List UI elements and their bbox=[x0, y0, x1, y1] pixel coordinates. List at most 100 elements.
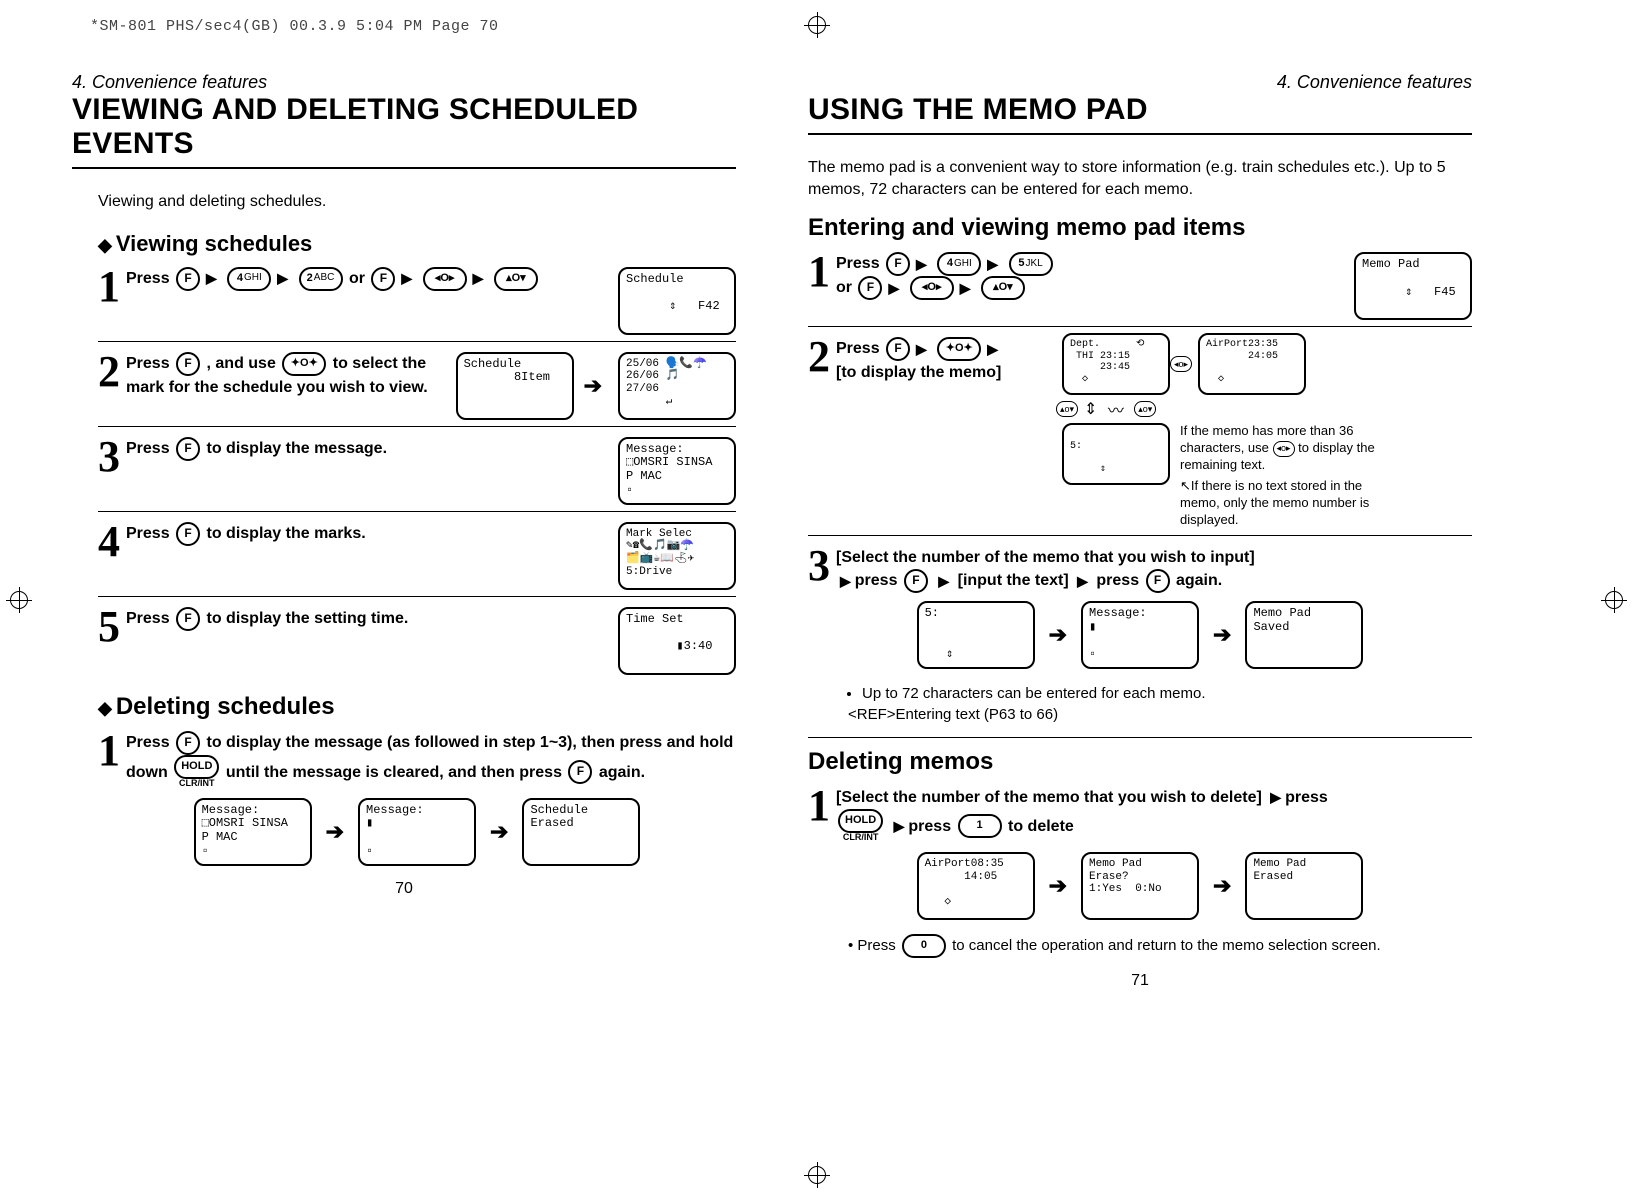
memo-del-step-1-text: [Select the number of the memo that you … bbox=[836, 786, 1472, 844]
arrow-big-icon: ➔ bbox=[1213, 622, 1231, 648]
lcd-mark-select: Mark Selec ✎☎📞🎵📷☂️ 🗂️📺☕︎📖⛳︎✈ 5:Drive bbox=[618, 522, 736, 590]
arrow-icon: ▶ bbox=[938, 571, 949, 591]
lcd-del-msg2: Message: ▮ ▫ bbox=[358, 798, 476, 866]
arrow-icon: ▶ bbox=[206, 268, 217, 288]
md1b: press bbox=[1285, 789, 1328, 806]
viewing-step-3: 3 Press F to display the message. Messag… bbox=[98, 426, 736, 505]
memo-step-3: 3 [Select the number of the memo that yo… bbox=[808, 535, 1472, 593]
key-hold: HOLDCLR/INT bbox=[172, 755, 221, 790]
key-nav-left: ◂O▸ bbox=[910, 276, 954, 300]
updown-icon: ⇕ bbox=[1084, 399, 1097, 419]
key-nav-4way: ✦O✦ bbox=[282, 352, 326, 376]
entering-memo-head: Entering and viewing memo pad items bbox=[808, 214, 1472, 242]
memo-notes: Up to 72 characters can be entered for e… bbox=[848, 683, 1472, 725]
key-nav-updown: ▴O▾ bbox=[981, 276, 1025, 300]
key-0: 0 bbox=[902, 934, 946, 958]
arrow-big-icon: ➔ bbox=[584, 373, 602, 399]
lcd-message-sinsa: Message: ⬚OMSRI SINSA P MAC ▫ bbox=[618, 437, 736, 505]
step-number-3: 3 bbox=[808, 546, 830, 586]
step-4-text: Press F to display the marks. bbox=[126, 522, 612, 546]
key-f: F bbox=[176, 352, 200, 376]
arrow-big-icon: ➔ bbox=[490, 819, 508, 845]
m2-post: [to display the memo] bbox=[836, 364, 1001, 381]
deleting-schedules-label: Deleting schedules bbox=[116, 693, 335, 720]
viewing-step-1: 1 Press F▶ 4GHI▶ 2ABC or F▶ ◂O▸▶ ▴O▾ Sch… bbox=[98, 263, 736, 335]
deleting-memos-head: Deleting memos bbox=[808, 737, 1472, 776]
lcd-m3-1: 5: ⇕ bbox=[917, 601, 1035, 669]
arrow-icon: ▶ bbox=[987, 254, 998, 274]
arrow-icon: ▶ bbox=[840, 571, 851, 591]
lcd-del-msg1: Message: ⬚OMSRI SINSA P MAC ▫ bbox=[194, 798, 312, 866]
crop-mark-bottom bbox=[804, 1162, 830, 1188]
arrow-big-icon: ➔ bbox=[1213, 873, 1231, 899]
memo-note-1: Up to 72 characters can be entered for e… bbox=[862, 683, 1472, 704]
deleting-step-1: 1 Press F to display the message (as fol… bbox=[98, 727, 736, 790]
md1d: to delete bbox=[1008, 818, 1074, 835]
lcd-del-erased: Schedule Erased bbox=[522, 798, 640, 866]
page-number-right: 71 bbox=[808, 972, 1472, 990]
key-f: F bbox=[904, 569, 928, 593]
m3a: [Select the number of the memo that you … bbox=[836, 549, 1255, 566]
key-f: F bbox=[1146, 569, 1170, 593]
arrow-icon: ▶ bbox=[916, 254, 927, 274]
viewing-step-2: 2 Press F , and use ✦O✦ to select the ma… bbox=[98, 341, 736, 420]
step-2-text: Press F , and use ✦O✦ to select the mark… bbox=[126, 352, 450, 399]
nav-mini-icon: ▴o▾ bbox=[1056, 401, 1078, 417]
key-nav-4way: ✦O✦ bbox=[937, 337, 981, 361]
intro-right: The memo pad is a convenient way to stor… bbox=[808, 157, 1472, 200]
print-header: *SM-801 PHS/sec4(GB) 00.3.9 5:04 PM Page… bbox=[90, 18, 499, 35]
title-right: USING THE MEMO PAD bbox=[808, 93, 1472, 135]
m3c: [input the text] bbox=[958, 572, 1074, 589]
breadcrumb-right: 4. Convenience features bbox=[808, 72, 1472, 93]
memo-step-2: 2 Press F▶ ✦O✦▶ [to display the memo] De… bbox=[808, 326, 1472, 528]
memo-step-3-text: [Select the number of the memo that you … bbox=[836, 546, 1472, 593]
step-number-1-del: 1 bbox=[98, 731, 120, 771]
arrow-icon: ▶ bbox=[894, 816, 905, 836]
arrow-icon: ▶ bbox=[888, 278, 899, 298]
step5-post: to display the setting time. bbox=[207, 610, 409, 627]
step-number-1-del: 1 bbox=[808, 786, 830, 826]
md1a: [Select the number of the memo that you … bbox=[836, 789, 1266, 806]
cancel-pre: Press bbox=[857, 937, 900, 954]
key-5jkl: 5JKL bbox=[1009, 252, 1053, 276]
viewing-step-5: 5 Press F to display the setting time. T… bbox=[98, 596, 736, 675]
key-1: 1 bbox=[958, 814, 1002, 838]
key-f: F bbox=[176, 267, 200, 291]
memo-aside: If the memo has more than 36 characters,… bbox=[1180, 423, 1380, 528]
step-number-4: 4 bbox=[98, 522, 120, 562]
m1-or: or bbox=[836, 279, 856, 296]
crop-mark-left bbox=[6, 587, 32, 613]
crop-mark-right bbox=[1601, 587, 1627, 613]
m3b: press bbox=[855, 572, 902, 589]
arrow-icon: ▶ bbox=[916, 339, 927, 359]
key-4ghi: 4GHI bbox=[937, 252, 981, 276]
step-5-text: Press F to display the setting time. bbox=[126, 607, 612, 631]
breadcrumb-left: 4. Convenience features bbox=[72, 72, 736, 93]
step-number-5: 5 bbox=[98, 607, 120, 647]
page-number-left: 70 bbox=[72, 880, 736, 898]
key-hold: HOLDCLR/INT bbox=[836, 809, 885, 844]
page-right: 4. Convenience features USING THE MEMO P… bbox=[772, 72, 1472, 990]
lcd-airport1: AirPort23:35 24:05 ◇ bbox=[1198, 333, 1306, 395]
lcd-dept: Dept. ⟲ THI 23:15 23:45 ◇ bbox=[1062, 333, 1170, 395]
key-f: F bbox=[886, 252, 910, 276]
nav-mini-icon: ▴o▾ bbox=[1134, 401, 1156, 417]
key-f: F bbox=[176, 607, 200, 631]
step-number-1: 1 bbox=[98, 267, 120, 307]
step-3-text: Press F to display the message. bbox=[126, 437, 612, 461]
viewing-schedules-label: Viewing schedules bbox=[116, 231, 312, 256]
memo-step-1-text: Press F▶ 4GHI▶ 5JKL or F▶ ◂O▸▶ ▴O▾ bbox=[836, 252, 1348, 300]
step5-pre: Press bbox=[126, 610, 174, 627]
lcd-dates-marks: 25/06 🗣️📞☂️ 26/06 🎵 27/06 ↵ bbox=[618, 352, 736, 420]
deleting-lcd-row: Message: ⬚OMSRI SINSA P MAC ▫ ➔ Message:… bbox=[98, 798, 736, 866]
deleting-schedules-head: ◆Deleting schedules bbox=[98, 693, 736, 721]
step3-post: to display the message. bbox=[207, 440, 388, 457]
key-2abc: 2ABC bbox=[299, 267, 343, 291]
arrow-big-icon: ➔ bbox=[326, 819, 344, 845]
key-4ghi: 4GHI bbox=[227, 267, 271, 291]
key-f: F bbox=[568, 760, 592, 784]
memo-del-step-1: 1 [Select the number of the memo that yo… bbox=[808, 782, 1472, 844]
step-1-text: Press F▶ 4GHI▶ 2ABC or F▶ ◂O▸▶ ▴O▾ bbox=[126, 267, 612, 291]
arrow-icon: ▶ bbox=[1270, 787, 1281, 807]
step1-pre: Press bbox=[126, 270, 174, 287]
